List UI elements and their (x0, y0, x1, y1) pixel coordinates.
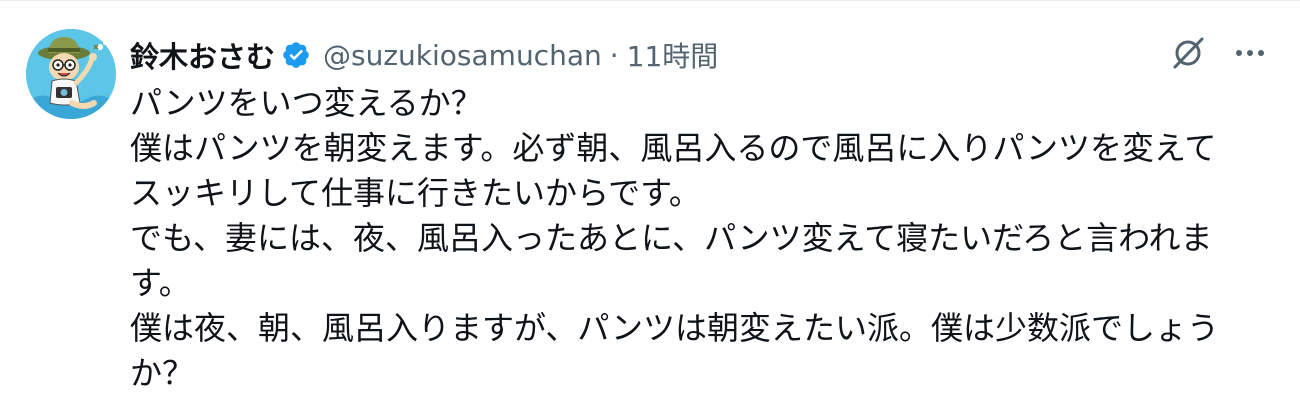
tweet-text-line: す。 (130, 264, 191, 302)
verified-badge-icon[interactable] (281, 40, 311, 70)
tweet-text: パンツをいつ変えるか？ 僕はパンツを朝変えます。必ず朝、風呂入るので風呂に入りパ… (130, 81, 1270, 396)
tweet-header: 鈴木おさむ @suzukiosamuchan · 11時間 (130, 33, 718, 77)
tweet-text-line: 僕は夜、朝、風呂入りますが、パンツは朝変えたい派。僕は少数派でしょう (130, 309, 1219, 347)
author-avatar[interactable] (26, 29, 116, 119)
tweet-actions (1166, 31, 1272, 75)
tweet-text-line: スッキリして仕事に行きたいからです。 (130, 174, 701, 212)
author-display-name[interactable]: 鈴木おさむ (130, 34, 275, 76)
tweet-text-line: でも、妻には、夜、風呂入ったあとに、パンツ変えて寝たいだろと言われま (130, 219, 1213, 257)
tweet-text-line: 僕はパンツを朝変えます。必ず朝、風呂入るので風呂に入りパンツを変えて (130, 129, 1217, 167)
tweet-timestamp[interactable]: 11時間 (627, 35, 719, 75)
tweet-text-line: パンツをいつ変えるか？ (130, 84, 483, 122)
header-separator: · (609, 38, 619, 72)
tweet-text-line: か？ (130, 354, 195, 392)
grok-button[interactable] (1166, 31, 1210, 75)
more-options-button[interactable] (1228, 31, 1272, 75)
cartoon-avatar-icon (26, 29, 116, 119)
tweet-card[interactable]: 鈴木おさむ @suzukiosamuchan · 11時間 パンツをいつ変えるか… (0, 0, 1300, 416)
grok-icon (1173, 37, 1204, 69)
more-options-icon (1236, 50, 1264, 56)
author-handle[interactable]: @suzukiosamuchan (323, 39, 602, 72)
